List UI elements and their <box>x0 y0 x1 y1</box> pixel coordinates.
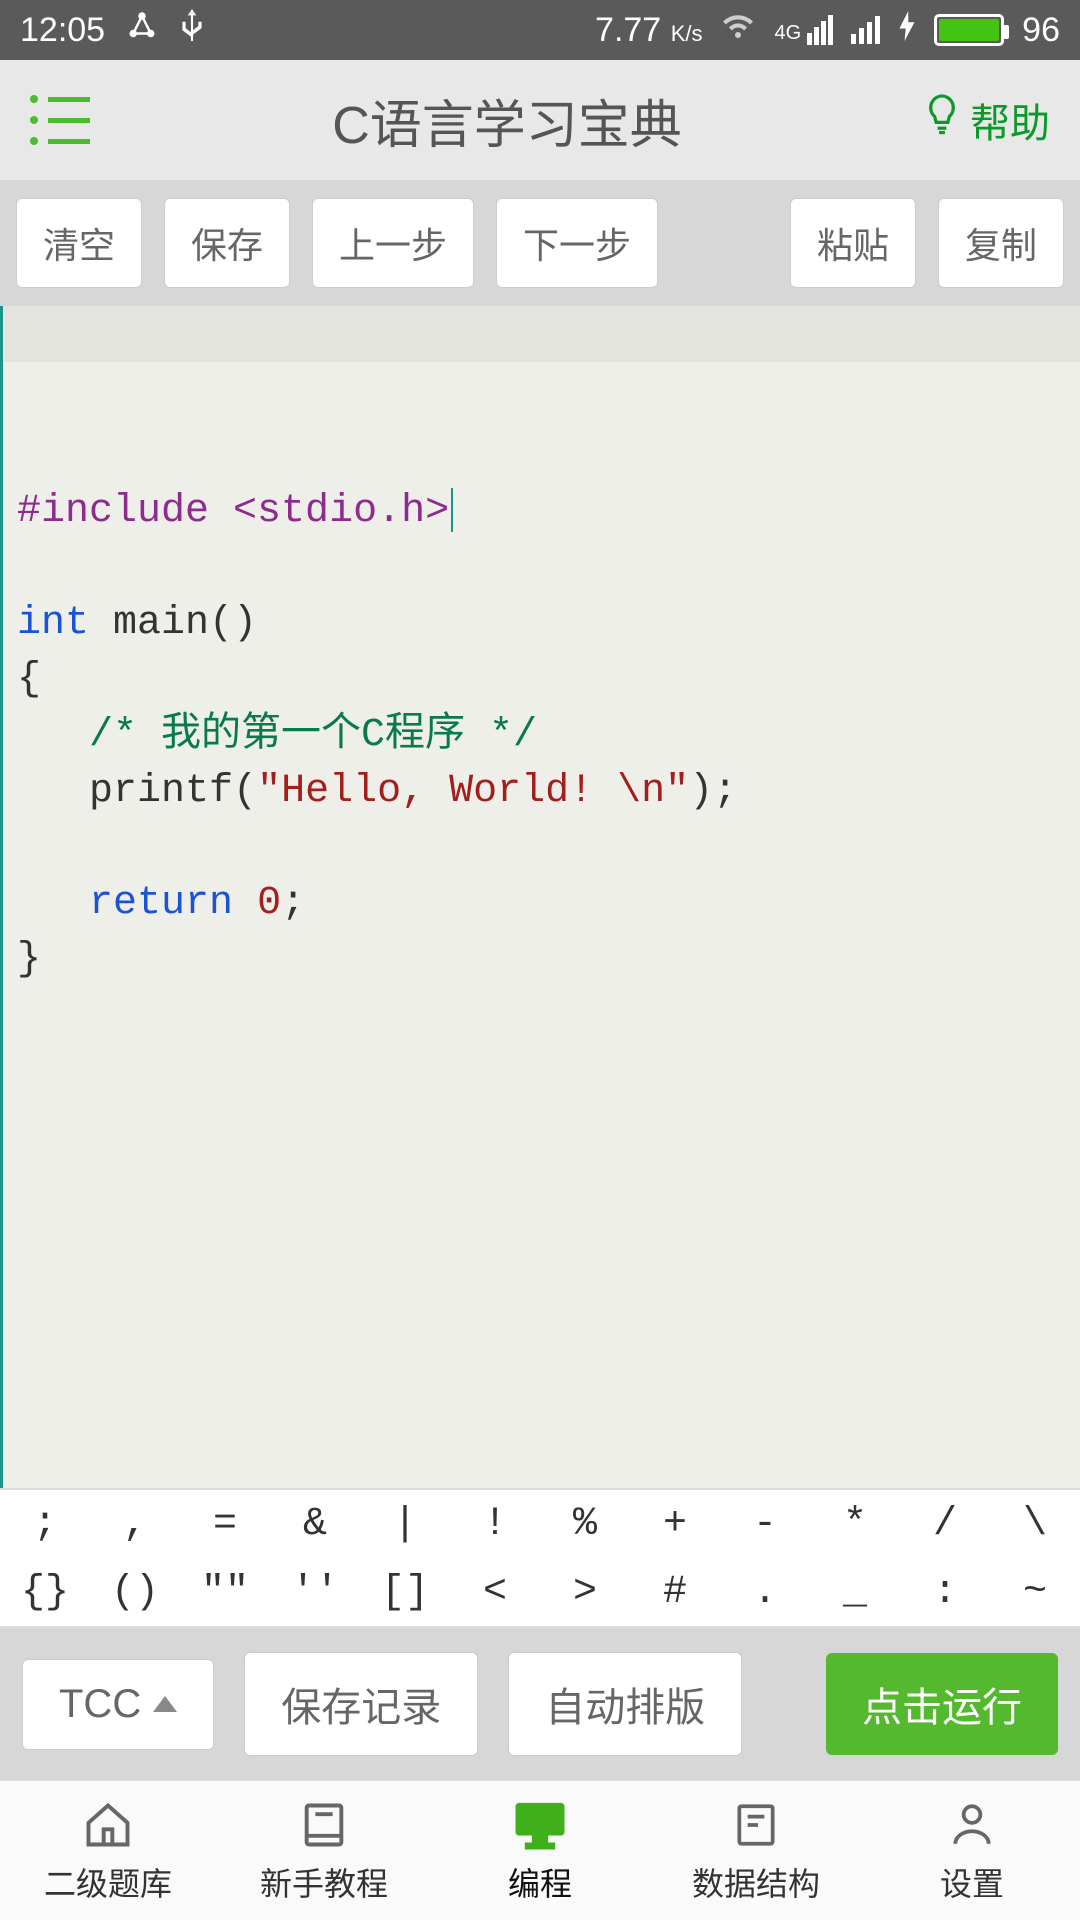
sym-gt[interactable]: > <box>540 1558 630 1626</box>
editor-toolbar: 清空 保存 上一步 下一步 粘贴 复制 <box>0 180 1080 306</box>
nav-exam-bank[interactable]: 二级题库 <box>0 1781 216 1920</box>
sym-star[interactable]: * <box>810 1490 900 1558</box>
battery-percent: 96 <box>1022 11 1060 50</box>
code-printf: printf <box>89 769 233 814</box>
sym-brackets[interactable]: [] <box>360 1558 450 1626</box>
code-zero: 0 <box>257 881 281 926</box>
share-icon <box>127 11 157 50</box>
save-record-button[interactable]: 保存记录 <box>244 1652 478 1756</box>
code-editor[interactable]: #include <stdio.h> int main() { /* 我的第一个… <box>0 306 1080 1488</box>
document-icon <box>731 1797 781 1853</box>
undo-button[interactable]: 上一步 <box>312 198 474 288</box>
copy-button[interactable]: 复制 <box>938 198 1064 288</box>
menu-icon[interactable] <box>30 95 90 145</box>
app-header: C语言学习宝典 帮助 <box>0 60 1080 180</box>
sym-comma[interactable]: , <box>90 1490 180 1558</box>
sym-backslash[interactable]: \ <box>990 1490 1080 1558</box>
code-string: "Hello, World! \n" <box>257 769 689 814</box>
sym-squotes[interactable]: '' <box>270 1558 360 1626</box>
help-button[interactable]: 帮助 <box>924 91 1050 149</box>
battery-icon <box>934 14 1004 46</box>
save-button[interactable]: 保存 <box>164 198 290 288</box>
usb-icon <box>179 9 205 52</box>
code-kw-int: int <box>17 601 89 646</box>
code-header: <stdio.h> <box>233 489 449 534</box>
sym-colon[interactable]: : <box>900 1558 990 1626</box>
charging-icon <box>898 11 916 50</box>
sym-percent[interactable]: % <box>540 1490 630 1558</box>
sym-braces[interactable]: {} <box>0 1558 90 1626</box>
net-speed: 7.77 K/s <box>595 11 702 50</box>
app-title: C语言学习宝典 <box>90 83 924 158</box>
sym-parens[interactable]: () <box>90 1558 180 1626</box>
redo-button[interactable]: 下一步 <box>496 198 658 288</box>
nav-data-structure[interactable]: 数据结构 <box>648 1781 864 1920</box>
signal-4g: 4G <box>774 15 833 45</box>
help-label: 帮助 <box>970 91 1050 149</box>
sym-hash[interactable]: # <box>630 1558 720 1626</box>
sym-slash[interactable]: / <box>900 1490 990 1558</box>
code-brace-open: { <box>17 657 41 702</box>
nav-label: 新手教程 <box>260 1859 388 1905</box>
sym-bang[interactable]: ! <box>450 1490 540 1558</box>
paste-button[interactable]: 粘贴 <box>790 198 916 288</box>
book-icon <box>298 1797 350 1853</box>
sym-plus[interactable]: + <box>630 1490 720 1558</box>
text-cursor <box>451 488 453 532</box>
nav-settings[interactable]: 设置 <box>864 1781 1080 1920</box>
nav-label: 设置 <box>940 1859 1004 1905</box>
clear-button[interactable]: 清空 <box>16 198 142 288</box>
code-main: main() <box>89 601 257 646</box>
symbol-keyboard: ; , = & | ! % + - * / \ {} () "" '' [] <… <box>0 1488 1080 1628</box>
clock: 12:05 <box>20 11 105 50</box>
code-comment: /* 我的第一个C程序 */ <box>89 713 537 758</box>
nav-label: 二级题库 <box>44 1859 172 1905</box>
wifi-icon <box>720 11 756 50</box>
home-icon <box>82 1797 134 1853</box>
lightbulb-icon <box>924 93 960 147</box>
code-brace-close: } <box>17 937 41 982</box>
sym-dot[interactable]: . <box>720 1558 810 1626</box>
sym-equals[interactable]: = <box>180 1490 270 1558</box>
run-button[interactable]: 点击运行 <box>826 1653 1058 1755</box>
nav-label: 编程 <box>508 1859 572 1905</box>
monitor-icon <box>512 1797 568 1853</box>
sym-lt[interactable]: < <box>450 1558 540 1626</box>
sym-ampersand[interactable]: & <box>270 1490 360 1558</box>
user-icon <box>947 1797 997 1853</box>
sym-tilde[interactable]: ~ <box>990 1558 1080 1626</box>
sym-minus[interactable]: - <box>720 1490 810 1558</box>
sym-dquotes[interactable]: "" <box>180 1558 270 1626</box>
sym-semicolon[interactable]: ; <box>0 1490 90 1558</box>
compiler-dropdown[interactable]: TCC <box>22 1659 214 1750</box>
bottom-nav: 二级题库 新手教程 编程 数据结构 设置 <box>0 1780 1080 1920</box>
symbol-row-1: ; , = & | ! % + - * / \ <box>0 1490 1080 1558</box>
signal-bars-icon <box>851 16 880 44</box>
status-bar: 12:05 7.77 K/s 4G 9 <box>0 0 1080 60</box>
nav-label: 数据结构 <box>692 1859 820 1905</box>
chevron-up-icon <box>153 1696 177 1712</box>
auto-format-button[interactable]: 自动排版 <box>508 1652 742 1756</box>
sym-pipe[interactable]: | <box>360 1490 450 1558</box>
nav-coding[interactable]: 编程 <box>432 1781 648 1920</box>
action-bar: TCC 保存记录 自动排版 点击运行 <box>0 1628 1080 1780</box>
nav-tutorial[interactable]: 新手教程 <box>216 1781 432 1920</box>
symbol-row-2: {} () "" '' [] < > # . _ : ~ <box>0 1558 1080 1626</box>
code-return: return <box>89 881 233 926</box>
sym-underscore[interactable]: _ <box>810 1558 900 1626</box>
code-include: #include <box>17 489 209 534</box>
compiler-label: TCC <box>59 1682 141 1727</box>
